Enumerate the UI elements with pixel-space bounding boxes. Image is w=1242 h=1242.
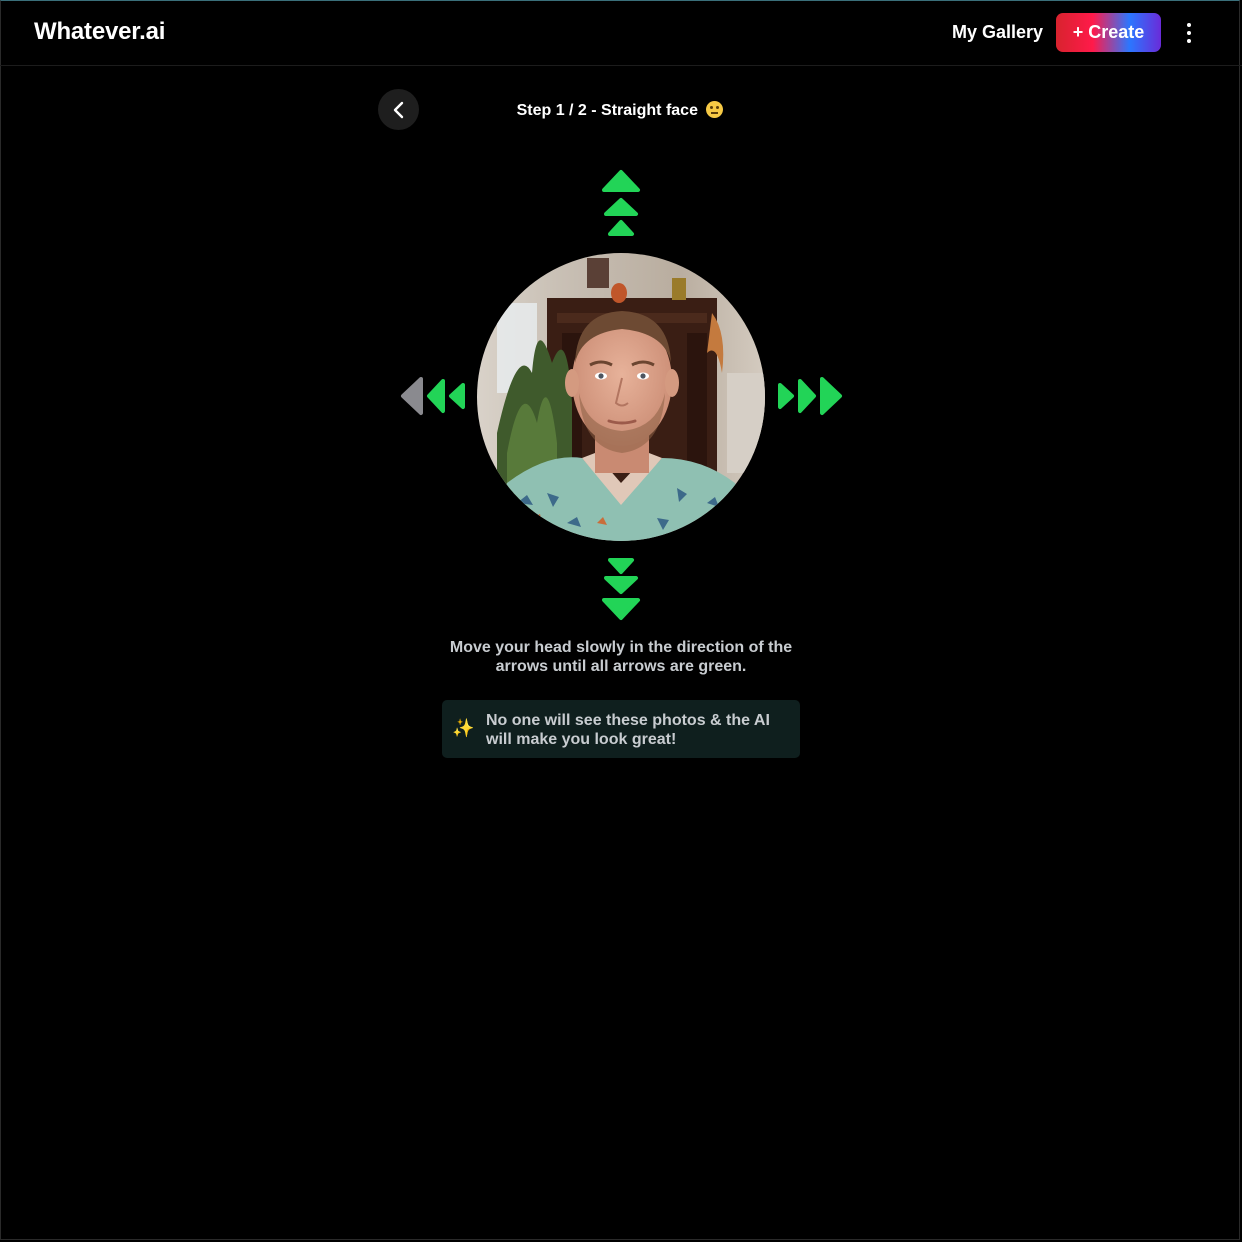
arrow-left-1 (449, 383, 465, 409)
arrows-right-group (778, 377, 842, 415)
arrow-left-3 (401, 377, 423, 415)
instructions-text: Move your head slowly in the direction o… (449, 639, 793, 675)
arrow-down-3 (602, 598, 640, 620)
arrows-down-group (602, 558, 640, 620)
arrow-up-3 (602, 170, 640, 192)
arrows-up-group (602, 170, 640, 236)
arrow-right-3 (820, 377, 842, 415)
app-logo[interactable]: Whatever.ai (34, 18, 165, 46)
arrow-left-2 (427, 379, 445, 413)
step-title-text: Step 1 / 2 - Straight face (516, 102, 698, 119)
camera-preview (477, 253, 765, 541)
my-gallery-link[interactable]: My Gallery (952, 22, 1043, 43)
arrow-right-1 (778, 383, 794, 409)
create-button[interactable]: + Create (1056, 13, 1161, 52)
privacy-note: ✨ No one will see these photos & the AI … (442, 700, 800, 758)
back-button[interactable] (378, 89, 419, 130)
privacy-note-text: No one will see these photos & the AI wi… (486, 712, 770, 748)
neutral-face-icon (706, 101, 724, 118)
create-button-label: + Create (1072, 22, 1145, 42)
arrow-right-2 (798, 379, 816, 413)
arrow-down-2 (604, 576, 638, 594)
sparkles-icon: ✨ (452, 718, 475, 738)
arrow-down-1 (608, 558, 634, 574)
arrow-up-2 (604, 198, 638, 216)
user-face-image (477, 253, 765, 541)
arrows-left-group (401, 377, 465, 415)
more-options-icon[interactable] (1178, 20, 1200, 46)
step-title: Step 1 / 2 - Straight face (420, 101, 820, 120)
arrow-up-1 (608, 220, 634, 236)
top-navigation-bar: Whatever.ai My Gallery + Create (0, 0, 1242, 66)
chevron-left-icon (393, 101, 403, 118)
